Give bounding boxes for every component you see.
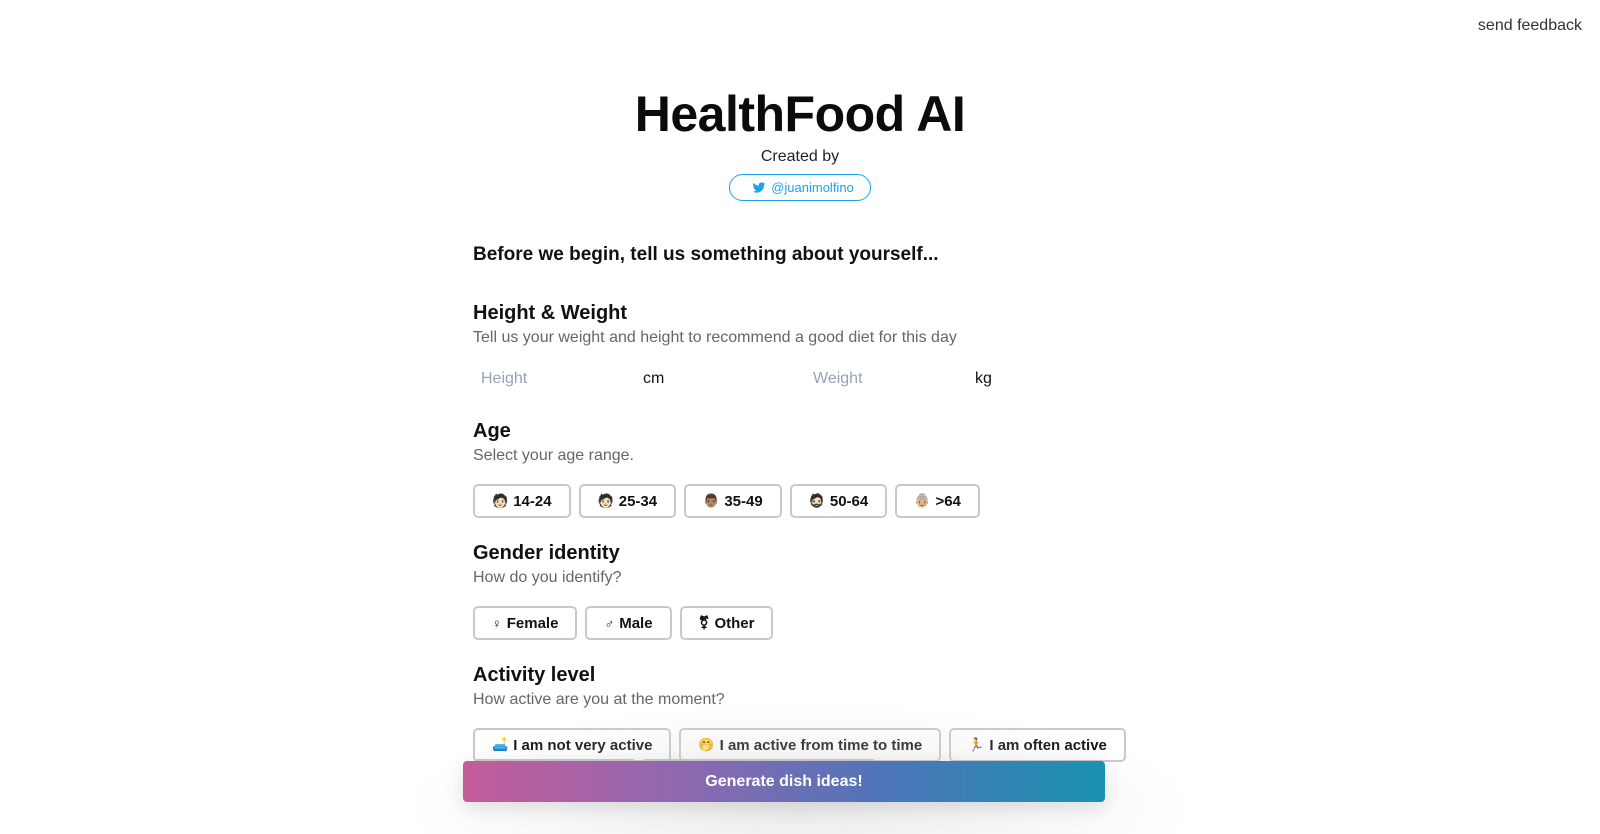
gender-option-other[interactable]: ⚧ Other bbox=[679, 606, 774, 640]
age-section: Age Select your age range. 🧑🏻 14-24 🧑🏻 25-… bbox=[473, 418, 980, 518]
weight-unit: kg bbox=[975, 370, 992, 387]
option-label: 14-24 bbox=[513, 492, 552, 510]
gender-title: Gender identity bbox=[473, 542, 620, 564]
option-label: Male bbox=[619, 614, 653, 632]
option-label: I am not very active bbox=[513, 736, 653, 754]
height-unit: cm bbox=[643, 370, 665, 387]
option-label: Female bbox=[506, 614, 559, 632]
age-option-35-49[interactable]: 👨🏽 35-49 bbox=[684, 484, 782, 518]
twitter-author-button[interactable]: @juanimolfino bbox=[729, 174, 871, 201]
gender-section: Gender identity How do you identify? ♀ Fe… bbox=[473, 540, 774, 640]
female-sign-icon: ♀ bbox=[492, 615, 502, 631]
activity-option-sometimes-active[interactable]: 🤭 I am active from time to time bbox=[679, 728, 942, 762]
app-title: HealthFood AI bbox=[634, 86, 966, 142]
twitter-handle: @juanimolfino bbox=[771, 180, 854, 195]
activity-option-often-active[interactable]: 🏃 I am often active bbox=[949, 728, 1126, 762]
option-label: 50-64 bbox=[829, 492, 869, 510]
age-options: 🧑🏻 14-24 🧑🏻 25-34 👨🏽 35-49 🧔🏻 50-64 👵🏼 >64 bbox=[473, 484, 980, 518]
gender-description: How do you identify? bbox=[473, 569, 622, 586]
man-icon: 👨🏽 bbox=[703, 493, 720, 508]
age-option-14-24[interactable]: 🧑🏻 14-24 bbox=[473, 484, 571, 518]
height-input[interactable] bbox=[473, 366, 639, 392]
height-weight-inputs: cm kg bbox=[473, 366, 1133, 396]
option-label: I am often active bbox=[989, 736, 1107, 754]
height-weight-description: Tell us your weight and height to recomm… bbox=[473, 329, 957, 346]
person-icon: 🧑🏻 bbox=[597, 493, 614, 508]
male-sign-icon: ♂ bbox=[604, 615, 615, 631]
gender-option-male[interactable]: ♂ Male bbox=[585, 606, 672, 640]
age-option-over-64[interactable]: 👵🏼 >64 bbox=[895, 484, 980, 518]
option-label: I am active from time to time bbox=[719, 736, 923, 754]
twitter-bird-icon bbox=[752, 181, 766, 193]
option-label: >64 bbox=[935, 492, 961, 510]
activity-options: 🛋️ I am not very active 🤭 I am active from… bbox=[473, 728, 1126, 762]
option-label: 35-49 bbox=[724, 492, 763, 510]
hand-over-mouth-face-icon: 🤭 bbox=[698, 737, 715, 752]
age-description: Select your age range. bbox=[473, 447, 634, 464]
generate-dish-ideas-button[interactable]: Generate dish ideas! bbox=[463, 761, 1105, 802]
header: HealthFood AI Created by @juanimolfino bbox=[0, 84, 1600, 201]
age-title: Age bbox=[473, 420, 511, 442]
questionnaire: Before we begin, tell us something about… bbox=[473, 238, 1133, 762]
gender-options: ♀ Female ♂ Male ⚧ Other bbox=[473, 606, 774, 640]
intro-heading: Before we begin, tell us something about… bbox=[473, 244, 939, 265]
option-label: Other bbox=[714, 614, 755, 632]
activity-title: Activity level bbox=[473, 664, 596, 686]
age-option-25-34[interactable]: 🧑🏻 25-34 bbox=[578, 484, 677, 518]
activity-option-not-active[interactable]: 🛋️ I am not very active bbox=[473, 728, 672, 762]
activity-description: How active are you at the moment? bbox=[473, 691, 725, 708]
option-label: 25-34 bbox=[618, 492, 658, 510]
weight-input[interactable] bbox=[805, 366, 971, 392]
person-icon: 🧑🏻 bbox=[492, 493, 509, 508]
gender-option-female[interactable]: ♀ Female bbox=[473, 606, 578, 640]
height-weight-title: Height & Weight bbox=[473, 302, 628, 324]
couch-icon: 🛋️ bbox=[492, 737, 509, 752]
created-by-label: Created by bbox=[760, 148, 840, 165]
bearded-person-icon: 🧔🏻 bbox=[808, 493, 825, 508]
transgender-sign-icon: ⚧ bbox=[698, 615, 710, 630]
runner-icon: 🏃 bbox=[968, 737, 985, 752]
old-woman-icon: 👵🏼 bbox=[914, 493, 931, 508]
height-weight-section: Height & Weight Tell us your weight and … bbox=[473, 300, 1133, 396]
send-feedback-link[interactable]: send feedback bbox=[1478, 17, 1582, 35]
age-option-50-64[interactable]: 🧔🏻 50-64 bbox=[789, 484, 888, 518]
activity-section: Activity level How active are you at the… bbox=[473, 662, 1126, 762]
